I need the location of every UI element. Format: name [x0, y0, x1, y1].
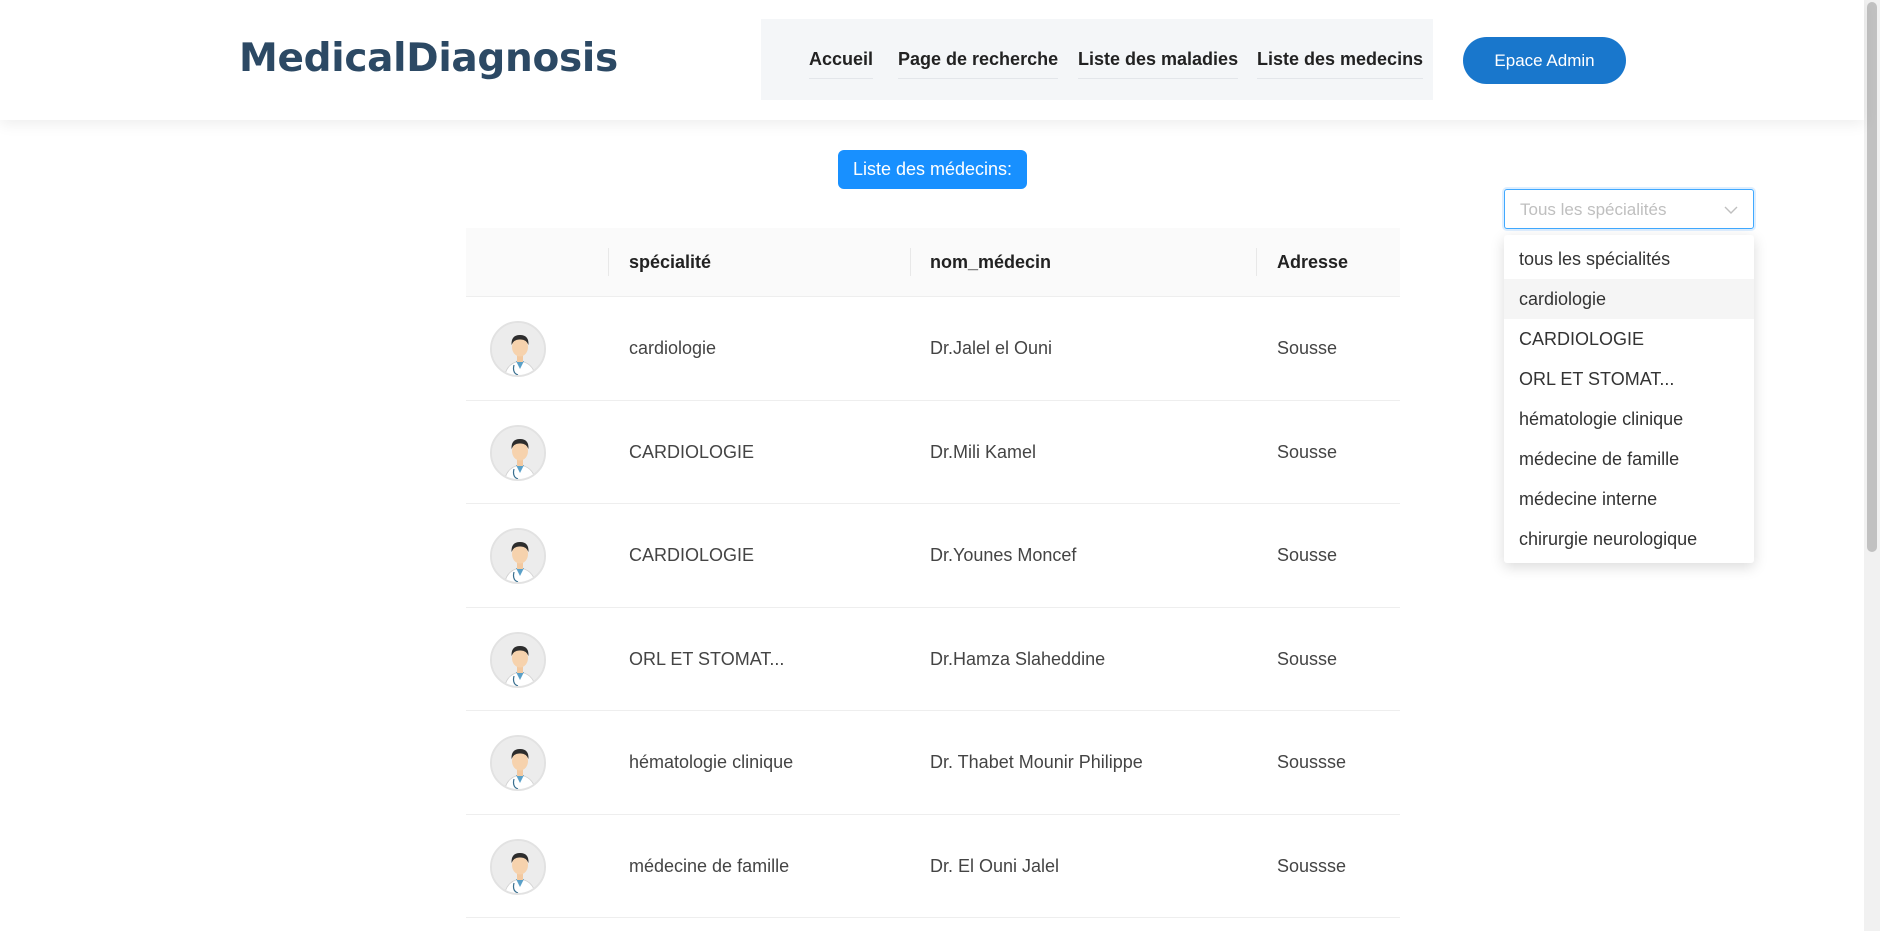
cell-specialite: médecine de famille — [629, 855, 790, 876]
specialty-option[interactable]: ORL ET STOMAT... — [1504, 359, 1754, 399]
table-row[interactable]: ORL ET STOMAT... Dr.Hamza Slaheddine Souss… — [466, 608, 1400, 711]
cell-adresse: Sousse — [1277, 545, 1338, 565]
column-header-specialite[interactable]: spécialité — [629, 252, 711, 273]
cell-nom-medecin: Dr.Mili Kamel — [930, 441, 1037, 462]
nav-liste-des-maladies[interactable]: Liste des maladies — [1078, 49, 1239, 79]
doctor-avatar-icon — [490, 424, 546, 481]
nav-accueil[interactable]: Accueil — [809, 49, 874, 79]
table-row[interactable]: hématologie clinique Dr. Thabet Mounir Ph… — [466, 711, 1400, 815]
column-divider — [910, 248, 911, 276]
specialty-option[interactable]: hématologie clinique — [1504, 399, 1754, 439]
specialty-select-placeholder: Tous les spécialités — [1520, 200, 1667, 219]
cell-nom-medecin: Dr. Thabet Mounir Philippe — [930, 752, 1143, 772]
doctor-avatar-icon — [490, 321, 546, 377]
specialty-option[interactable]: chirurgie neurologique — [1504, 519, 1754, 559]
specialty-option[interactable]: tous les spécialités — [1504, 239, 1754, 279]
doctor-avatar-icon — [490, 631, 546, 688]
cell-specialite: ORL ET STOMAT... — [629, 648, 785, 669]
specialty-option[interactable]: cardiologie — [1504, 279, 1754, 319]
table-header: spécialité nom_médecin Adresse — [466, 228, 1400, 297]
cell-specialite: hématologie clinique — [629, 752, 794, 772]
cell-nom-medecin: Dr. El Ouni Jalel — [930, 855, 1060, 876]
page-scrollbar[interactable] — [1864, 0, 1880, 931]
cell-adresse: Sousse — [1277, 441, 1338, 462]
cell-adresse: Sousse — [1277, 648, 1338, 669]
scrollbar-thumb[interactable] — [1867, 2, 1877, 552]
cell-adresse: Sousse — [1277, 338, 1338, 358]
specialty-option[interactable]: CARDIOLOGIE — [1504, 319, 1754, 359]
table-row[interactable]: médecine de famille Dr. El Ouni Jalel Sous… — [466, 815, 1400, 918]
doctor-avatar-icon — [490, 838, 546, 895]
specialty-option[interactable]: médecine interne — [1504, 479, 1754, 519]
nav-page-de-recherche[interactable]: Page de recherche — [898, 49, 1059, 79]
chevron-down-icon — [1724, 206, 1738, 214]
table-row[interactable]: cardiologie Dr.Jalel el Ouni Sousse — [466, 297, 1400, 401]
doctor-avatar-icon — [490, 735, 546, 791]
admin-space-button[interactable]: Epace Admin — [1463, 37, 1626, 84]
cell-specialite: cardiologie — [629, 338, 717, 358]
nav-liste-des-medecins[interactable]: Liste des medecins — [1257, 49, 1424, 79]
specialty-select[interactable]: Tous les spécialités — [1504, 189, 1754, 229]
column-divider — [608, 248, 609, 276]
site-logo[interactable]: MedicalDiagnosis — [239, 36, 618, 81]
cell-nom-medecin: Dr.Younes Moncef — [930, 545, 1077, 565]
main-nav: Accueil Page de recherche Liste des mala… — [761, 19, 1433, 100]
cell-specialite: CARDIOLOGIE — [629, 441, 755, 462]
cell-nom-medecin: Dr.Jalel el Ouni — [930, 338, 1053, 358]
column-header-nom-medecin[interactable]: nom_médecin — [930, 252, 1051, 273]
table-row[interactable]: CARDIOLOGIE Dr.Younes Moncef Sousse — [466, 504, 1400, 608]
doctors-table: spécialité nom_médecin Adresse cardiolog… — [466, 228, 1400, 918]
column-divider — [1256, 248, 1257, 276]
page-title: Liste des médecins: — [838, 150, 1027, 189]
specialty-dropdown: tous les spécialités cardiologie CARDIOLOG… — [1504, 235, 1754, 563]
cell-specialite: CARDIOLOGIE — [629, 545, 755, 565]
column-header-adresse[interactable]: Adresse — [1277, 252, 1348, 273]
cell-nom-medecin: Dr.Hamza Slaheddine — [930, 648, 1106, 669]
site-header: MedicalDiagnosis Accueil Page de recherc… — [0, 0, 1864, 120]
table-body: cardiologie Dr.Jalel el Ouni Sousse CARDIO… — [466, 297, 1400, 918]
specialty-option[interactable]: médecine de famille — [1504, 439, 1754, 479]
doctor-avatar-icon — [490, 528, 546, 584]
cell-adresse: Soussse — [1277, 855, 1347, 876]
table-row[interactable]: CARDIOLOGIE Dr.Mili Kamel Sousse — [466, 401, 1400, 504]
cell-adresse: Soussse — [1277, 752, 1347, 772]
